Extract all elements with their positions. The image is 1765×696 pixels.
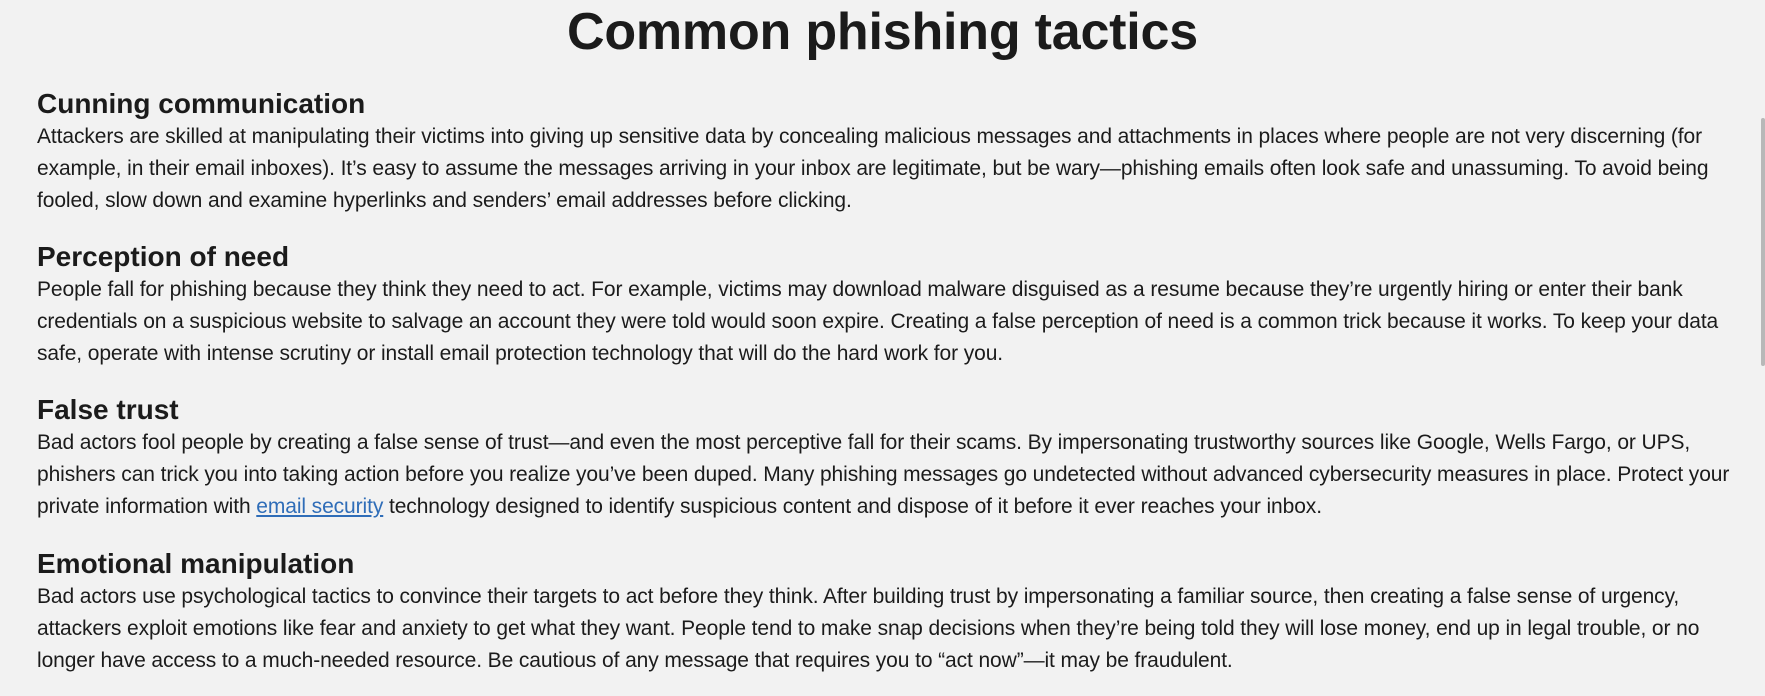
section-heading: Perception of need xyxy=(37,241,290,272)
section-body: Bad actors fool people by creating a fal… xyxy=(37,427,1737,523)
email-security-link[interactable]: email security xyxy=(256,495,383,518)
article-page: Common phishing tactics Cunning communic… xyxy=(0,0,1765,696)
section-heading: Cunning communication xyxy=(37,88,366,119)
section-emotional-manipulation: Emotional manipulation Bad actors use ps… xyxy=(37,547,1737,677)
section-body: Bad actors use psychological tactics to … xyxy=(37,585,1700,672)
section-body: People fall for phishing because they th… xyxy=(37,278,1719,365)
section-heading: False trust xyxy=(37,394,179,425)
section-cunning-communication: Cunning communication Attackers are skil… xyxy=(37,87,1737,217)
section-body-text-after-link: technology designed to identify suspicio… xyxy=(383,495,1322,518)
section-heading: Emotional manipulation xyxy=(37,548,355,579)
section-body: Attackers are skilled at manipulating th… xyxy=(37,125,1709,212)
page-title: Common phishing tactics xyxy=(566,3,1198,61)
scrollbar-thumb[interactable] xyxy=(1761,118,1765,366)
section-perception-of-need: Perception of need People fall for phish… xyxy=(37,240,1737,370)
vertical-scrollbar[interactable] xyxy=(1758,0,1765,696)
section-false-trust: False trust Bad actors fool people by cr… xyxy=(37,393,1737,523)
